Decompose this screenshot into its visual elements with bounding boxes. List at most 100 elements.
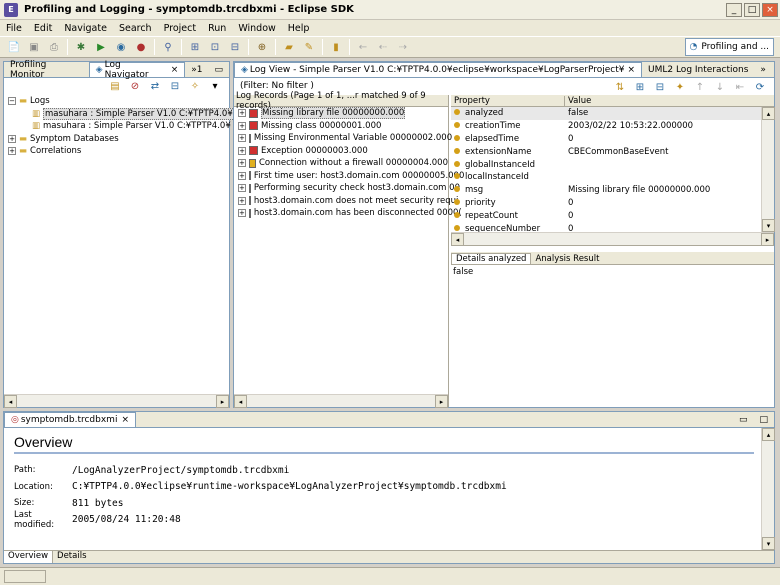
search-icon[interactable]: ⚲ [160, 39, 176, 55]
property-row[interactable]: extensionName CBECommonBaseEvent [451, 145, 761, 158]
log-record-row[interactable]: + Exception 00000003.000 [234, 145, 448, 158]
refresh-icon[interactable]: ⟳ [752, 79, 768, 95]
expand-icon[interactable]: + [238, 121, 246, 130]
down-arrow-icon[interactable]: ↓ [712, 79, 728, 95]
horizontal-scrollbar[interactable]: ◂ ▸ [4, 394, 229, 408]
property-row[interactable]: globalInstanceId [451, 158, 761, 171]
log-record-row[interactable]: + Performing security check host3.domain.… [234, 182, 460, 195]
horizontal-scrollbar[interactable]: ◂ ▸ [451, 232, 774, 246]
expand-icon[interactable]: + [238, 159, 246, 168]
property-row[interactable]: creationTime 2003/02/22 10:53:22.000000 [451, 120, 761, 133]
close-icon[interactable]: × [171, 65, 179, 75]
close-icon[interactable]: × [121, 415, 129, 425]
tree-node-symptom-databases[interactable]: + ▬ Symptom Databases [8, 133, 229, 146]
expand-icon[interactable]: + [8, 147, 16, 156]
tab-symptomdb[interactable]: ◎ symptomdb.trcdbxmi × [4, 412, 136, 427]
open-task-icon[interactable]: ⊡ [207, 39, 223, 55]
property-row[interactable]: repeatCount 0 [451, 209, 761, 222]
expand-icon[interactable]: + [238, 171, 246, 180]
profile-icon[interactable]: ◉ [113, 39, 129, 55]
view-menu-icon[interactable]: ▾ [207, 79, 223, 95]
expand-icon[interactable]: + [238, 109, 246, 118]
horizontal-scrollbar[interactable]: ◂ ▸ [234, 394, 448, 408]
sort-icon[interactable]: ⇅ [612, 79, 628, 95]
log-record-row[interactable]: + host3.domain.com has been disconnected … [234, 207, 462, 220]
maximize-view-icon[interactable]: □ [753, 412, 774, 427]
log-record-row[interactable]: + Missing Environmental Variable 00000002… [234, 132, 452, 145]
menu-help[interactable]: Help [282, 23, 316, 34]
filter-icon[interactable]: ⊞ [632, 79, 648, 95]
external-tools-icon[interactable]: ● [133, 39, 149, 55]
tab-profiling-monitor[interactable]: Profiling Monitor [4, 60, 89, 80]
property-column-header[interactable]: Property [451, 95, 565, 106]
back-history-icon[interactable]: ⇠ [375, 39, 391, 55]
maximize-button[interactable]: □ [744, 2, 760, 17]
tree-node-correlations[interactable]: + ▬ Correlations [8, 145, 229, 158]
back-arrow-icon[interactable]: ← [355, 39, 371, 55]
expand-icon[interactable]: + [238, 184, 246, 193]
collapse-all-icon[interactable]: ⊟ [167, 79, 183, 95]
analyze-icon[interactable]: ✦ [672, 79, 688, 95]
link-icon[interactable]: ⇄ [147, 79, 163, 95]
property-row[interactable]: analyzed false [451, 107, 761, 120]
close-icon[interactable]: × [627, 65, 635, 75]
new-icon[interactable]: 📄 [6, 39, 22, 55]
log-record-row[interactable]: + First time user: host3.domain.com 00000… [234, 170, 464, 183]
expand-icon[interactable]: + [8, 134, 16, 143]
previous-icon[interactable]: ⇤ [732, 79, 748, 95]
print-icon[interactable]: ⎙ [46, 39, 62, 55]
open-type-icon[interactable]: ⊞ [187, 39, 203, 55]
folder-icon[interactable]: ▰ [281, 39, 297, 55]
menu-file[interactable]: File [0, 23, 28, 34]
log-record-row[interactable]: + host3.domain.com does not meet security… [234, 195, 458, 208]
log-record-row[interactable]: + Connection without a firewall 00000004.… [234, 157, 448, 170]
tab-details[interactable]: Details [53, 551, 90, 563]
close-window-button[interactable]: × [762, 2, 778, 17]
forward-arrow-icon[interactable]: ⇢ [395, 39, 411, 55]
expand-icon[interactable]: + [238, 146, 246, 155]
tab-uml2-log-interactions[interactable]: UML2 Log Interactions [642, 62, 754, 77]
tab-overview[interactable]: Overview [4, 551, 54, 563]
minimize-button[interactable]: _ [726, 2, 742, 17]
group-icon[interactable]: ⊟ [652, 79, 668, 95]
property-row[interactable]: msg Missing library file 00000000.000 [451, 184, 761, 197]
property-row[interactable]: localInstanceId [451, 171, 761, 184]
tree-node-log-2[interactable]: ▥ masuhara : Simple Parser V1.0 C:¥TPTP4… [8, 120, 231, 133]
up-arrow-icon[interactable]: ↑ [692, 79, 708, 95]
minimize-view-icon[interactable]: ▭ [733, 412, 754, 427]
property-row[interactable]: elapsedTime 0 [451, 133, 761, 146]
open-resource-icon[interactable]: ⊟ [227, 39, 243, 55]
vertical-scrollbar[interactable]: ▴ ▾ [761, 428, 775, 550]
view-overflow[interactable]: »1 [185, 62, 208, 77]
perspective-switcher[interactable]: ◔ Profiling and ... [684, 38, 774, 56]
tree-node-logs[interactable]: − ▬ Logs [8, 95, 229, 108]
navigator-menu-icon[interactable]: ✧ [187, 79, 203, 95]
tab-analysis-result[interactable]: Analysis Result [531, 254, 603, 264]
expand-icon[interactable]: + [238, 134, 246, 143]
property-row[interactable]: priority 0 [451, 197, 761, 210]
tab-log-view[interactable]: ◈ Log View - Simple Parser V1.0 C:¥TPTP4… [234, 62, 642, 77]
debug-icon[interactable]: ✱ [73, 39, 89, 55]
save-icon[interactable]: ▣ [26, 39, 42, 55]
expand-icon[interactable]: + [238, 209, 246, 218]
run-icon[interactable]: ▶ [93, 39, 109, 55]
value-column-header[interactable]: Value [565, 96, 591, 106]
tab-log-navigator[interactable]: ◈ Log Navigator × [88, 60, 186, 80]
menu-window[interactable]: Window [232, 23, 281, 34]
tab-details-analyzed[interactable]: Details analyzed [451, 253, 532, 264]
menu-search[interactable]: Search [113, 23, 158, 34]
pencil-icon[interactable]: ✎ [301, 39, 317, 55]
minimize-view-icon[interactable]: ▭ [208, 62, 229, 77]
hierarchy-icon[interactable]: ⊕ [254, 39, 270, 55]
collapse-icon[interactable]: − [8, 97, 16, 106]
view-overflow[interactable]: » [754, 62, 772, 77]
menu-run[interactable]: Run [202, 23, 232, 34]
import-log-icon[interactable]: ▤ [107, 79, 123, 95]
log-record-row[interactable]: + Missing class 00000001.000 [234, 120, 448, 133]
vertical-scrollbar[interactable]: ▴ ▾ [761, 107, 775, 232]
tree-node-log-1[interactable]: ▥ masuhara : Simple Parser V1.0 C:¥TPTP4… [8, 107, 235, 121]
bookmark-icon[interactable]: ▮ [328, 39, 344, 55]
filter-icon[interactable]: ⊘ [127, 79, 143, 95]
menu-edit[interactable]: Edit [28, 23, 58, 34]
expand-icon[interactable]: + [238, 196, 246, 205]
